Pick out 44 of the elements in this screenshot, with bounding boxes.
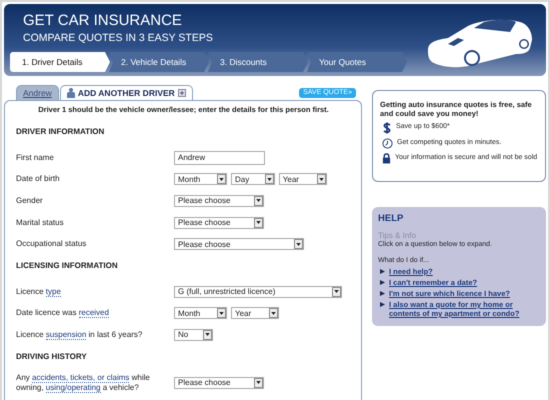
term-link[interactable]: suspension [46,330,86,340]
step-tab[interactable]: Your Quotes [307,52,407,72]
dropdown[interactable]: Please choose [174,376,264,389]
field-label: Marital status [16,218,65,228]
dropdown[interactable]: G (full, unrestricted licence) [174,286,342,298]
field-label: Licence suspension in last 6 years? [16,330,144,340]
lock-icon [382,153,391,164]
field-label: Licence type [16,286,62,297]
section-heading: DRIVER INFORMATION [16,127,106,138]
field-label: Any accidents, tickets, or claims while owning, using/operating a vehicle? [16,372,151,393]
dropdown[interactable]: Year [278,173,328,186]
dropdown[interactable]: Month [174,173,227,186]
step-tab[interactable]: 1. Driver Details [10,52,110,72]
dropdown[interactable]: No [174,328,214,341]
driver-tab[interactable]: ADD ANOTHER DRIVER [60,85,193,100]
dollar-icon [382,122,392,134]
field-label: Date of birth [16,174,61,184]
field-label: Occupational status [16,239,88,250]
section-heading: DRIVING HISTORY [16,352,88,363]
text-field[interactable]: Andrew [174,150,265,165]
help-title: HELP [378,213,404,224]
clock-icon [382,138,393,149]
dropdown[interactable]: Please choose [174,238,304,250]
page-subtitle: COMPARE QUOTES IN 3 EASY STEPS [23,31,214,45]
term-link[interactable]: accidents, tickets, or claims [32,372,130,383]
person-icon [66,88,75,98]
step-tab[interactable]: 2. Vehicle Details [109,52,209,72]
dropdown[interactable]: Please choose [174,216,264,229]
term-link[interactable]: type [46,286,61,297]
driver-tab[interactable]: Andrew [16,85,59,100]
dropdown[interactable]: Year [231,307,280,320]
field-label: Date licence was received [16,308,110,318]
step-tab[interactable]: 3. Discounts [208,52,308,72]
plus-icon [178,89,186,97]
field-label: First name [16,152,55,163]
field-label: Gender [16,196,44,206]
dropdown[interactable]: Month [174,307,227,320]
dropdown[interactable]: Day [231,173,275,186]
help-subtitle: Tips & Info [378,231,417,240]
section-heading: LICENSING INFORMATION [16,260,119,272]
term-link[interactable]: using/operating [46,382,101,393]
page-title: GET CAR INSURANCE [23,12,183,29]
term-link[interactable]: received [78,308,109,318]
dropdown[interactable]: Please choose [174,194,264,207]
